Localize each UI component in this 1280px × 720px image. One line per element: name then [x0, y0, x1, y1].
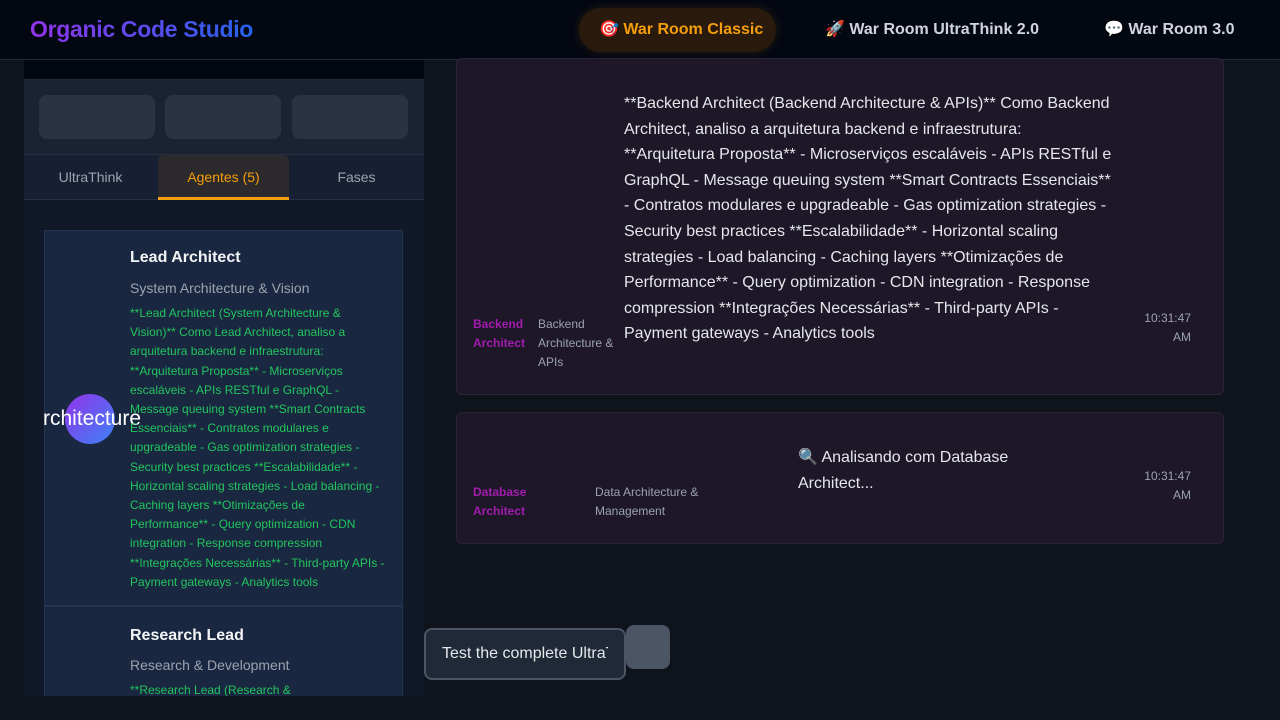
panel-header: [24, 60, 424, 80]
tab-fases[interactable]: Fases: [290, 155, 423, 200]
stats-row: [24, 80, 424, 155]
agent-card[interactable]: Research Lead Research & Development **R…: [44, 606, 403, 696]
panel-tabs: UltraThink Agentes (5) Fases: [24, 155, 424, 200]
chat-message: Database Architect Data Architecture & M…: [456, 412, 1224, 544]
stat-card: [165, 95, 281, 139]
message-timestamp: 10:31:47 AM: [1144, 311, 1191, 344]
message-author-role: Backend Architecture & APIs: [538, 317, 614, 369]
agent-role: Research & Development: [130, 657, 290, 673]
nav-label: War Room 3.0: [1128, 21, 1235, 38]
nav-label: War Room UltraThink 2.0: [849, 21, 1040, 38]
rocket-icon: 🚀: [825, 21, 845, 38]
message-text: **Backend Architect (Backend Architectur…: [624, 95, 1112, 343]
nav-label: War Room Classic: [623, 21, 764, 38]
message-author: Backend Architect: [473, 317, 526, 350]
send-button[interactable]: [626, 625, 670, 669]
agent-card[interactable]: rchitecture Lead Architect System Archit…: [43, 230, 403, 606]
tab-ultrathink[interactable]: UltraThink: [24, 155, 157, 200]
brand-logo[interactable]: Organic Code Studio: [30, 16, 253, 43]
top-navbar: Organic Code Studio 🎯 War Room Classic 🚀…: [0, 0, 1280, 60]
chat-message: Backend Architect Backend Architecture &…: [456, 58, 1224, 395]
tab-agentes[interactable]: Agentes (5): [158, 155, 289, 200]
agents-panel: UltraThink Agentes (5) Fases rchitecture…: [24, 60, 424, 696]
agent-name: Research Lead: [130, 627, 244, 644]
agent-output: **Research Lead (Research &: [130, 683, 291, 696]
message-author-role: Data Architecture & Management: [595, 485, 699, 518]
speech-bubble-icon: 💬: [1104, 21, 1124, 38]
agent-role: System Architecture & Vision: [130, 280, 310, 296]
avatar-label: rchitecture: [43, 407, 142, 430]
agent-name: Lead Architect: [130, 249, 241, 266]
message-author: Database Architect: [473, 485, 527, 518]
nav-war-room-classic[interactable]: 🎯 War Room Classic: [579, 8, 776, 52]
target-icon: 🎯: [599, 21, 619, 38]
agent-output: **Lead Architect (System Architecture & …: [130, 306, 385, 589]
nav-war-room-3[interactable]: 💬 War Room 3.0: [1084, 8, 1254, 52]
stat-card: [39, 95, 155, 139]
message-timestamp: 10:31:47 AM: [1144, 469, 1191, 502]
nav-war-room-ultrathink[interactable]: 🚀 War Room UltraThink 2.0: [805, 8, 1059, 52]
message-text: 🔍 Analisando com Database Architect...: [798, 449, 1009, 492]
chat-input[interactable]: [424, 628, 626, 680]
stat-card: [292, 95, 408, 139]
